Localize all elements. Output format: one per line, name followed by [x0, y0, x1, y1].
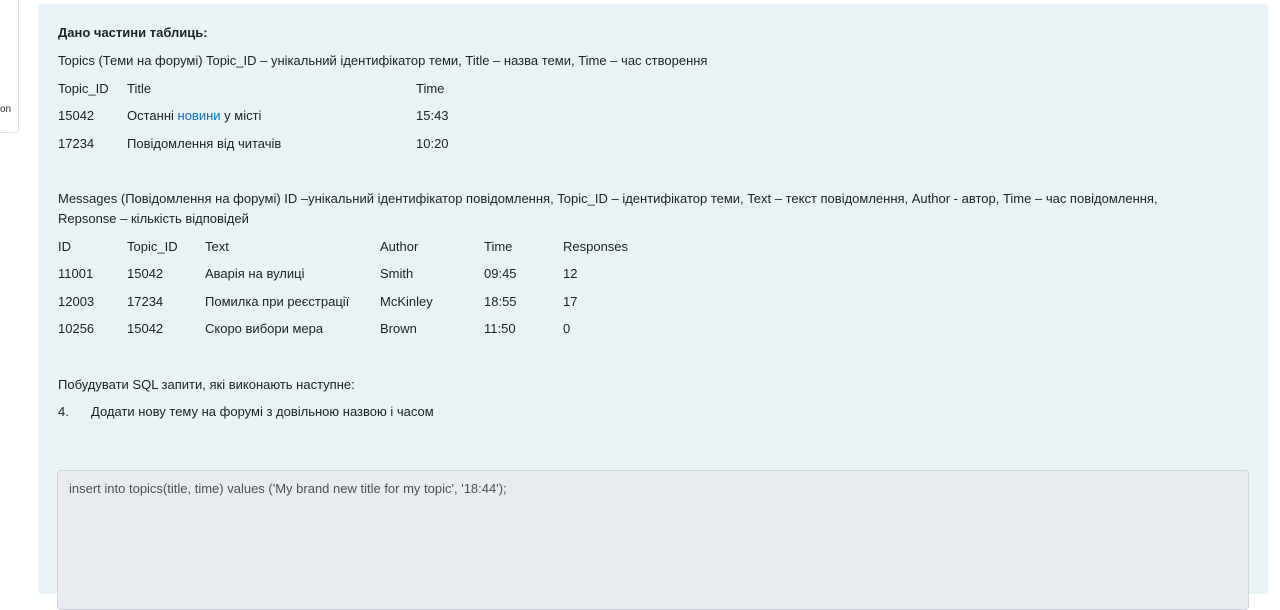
messages-header-id: ID: [58, 239, 71, 254]
question-heading: Дано частини таблиць:: [58, 25, 208, 40]
topics-cell-id: 15042: [58, 108, 95, 123]
messages-header-time: Time: [484, 239, 513, 254]
topics-cell-time: 15:43: [416, 108, 449, 123]
messages-cell-author: Brown: [380, 321, 417, 336]
messages-cell-text: Аварія на вулиці: [205, 266, 305, 281]
messages-cell-text: Помилка при реєстрації: [205, 294, 350, 309]
messages-cell-responses: 12: [563, 266, 578, 281]
messages-cell-time: 11:50: [484, 321, 516, 336]
task-number: 4.: [58, 404, 69, 419]
messages-cell-author: Smith: [380, 266, 414, 281]
messages-cell-topic-id: 15042: [127, 266, 164, 281]
messages-cell-topic-id: 15042: [127, 321, 164, 336]
messages-description-line2: Repsonse – кількість відповідей: [58, 211, 249, 226]
task-item: 4. Додати нову тему на форумі з довільно…: [58, 404, 434, 419]
question-text-panel: Дано частини таблиць: Topics (Теми на фо…: [38, 4, 1268, 610]
topics-description: Topics (Теми на форумі) Topic_ID – уніка…: [58, 53, 708, 68]
left-panel-fragment: on: [0, 0, 19, 133]
messages-header-author: Author: [380, 239, 419, 254]
left-panel-text: on: [0, 104, 12, 115]
topics-cell-title: Останні новини у місті: [127, 108, 261, 123]
messages-cell-id: 10256: [58, 321, 95, 336]
messages-header-text: Text: [205, 239, 229, 254]
topics-cell-title: Повідомлення від читачів: [127, 136, 282, 151]
topics-header-topic-id: Topic_ID: [58, 81, 109, 96]
messages-cell-time: 18:55: [484, 294, 517, 309]
topics-cell-id: 17234: [58, 136, 95, 151]
messages-description-line1: Messages (Повідомлення на форумі) ID –ун…: [58, 191, 1158, 206]
messages-cell-time: 09:45: [484, 266, 517, 281]
topics-header-time: Time: [416, 81, 445, 96]
title-text-pre: Останні: [127, 108, 178, 123]
messages-cell-responses: 17: [563, 294, 578, 309]
answer-textarea[interactable]: insert into topics(title, time) values (…: [57, 470, 1249, 610]
messages-header-responses: Responses: [563, 239, 629, 254]
topics-cell-time: 10:20: [416, 136, 449, 151]
title-text-post: у місті: [220, 108, 262, 123]
news-link[interactable]: новини: [178, 108, 221, 123]
messages-cell-author: McKinley: [380, 294, 433, 309]
messages-header-topic-id: Topic_ID: [127, 239, 178, 254]
task-intro: Побудувати SQL запити, які виконають нас…: [58, 377, 355, 392]
messages-cell-text: Скоро вибори мера: [205, 321, 324, 336]
task-text: Додати нову тему на форумі з довільною н…: [91, 404, 434, 419]
messages-cell-topic-id: 17234: [127, 294, 164, 309]
messages-cell-id: 12003: [58, 294, 95, 309]
topics-header-title: Title: [127, 81, 152, 96]
messages-cell-id: 11001: [58, 266, 94, 281]
messages-cell-responses: 0: [563, 321, 571, 336]
